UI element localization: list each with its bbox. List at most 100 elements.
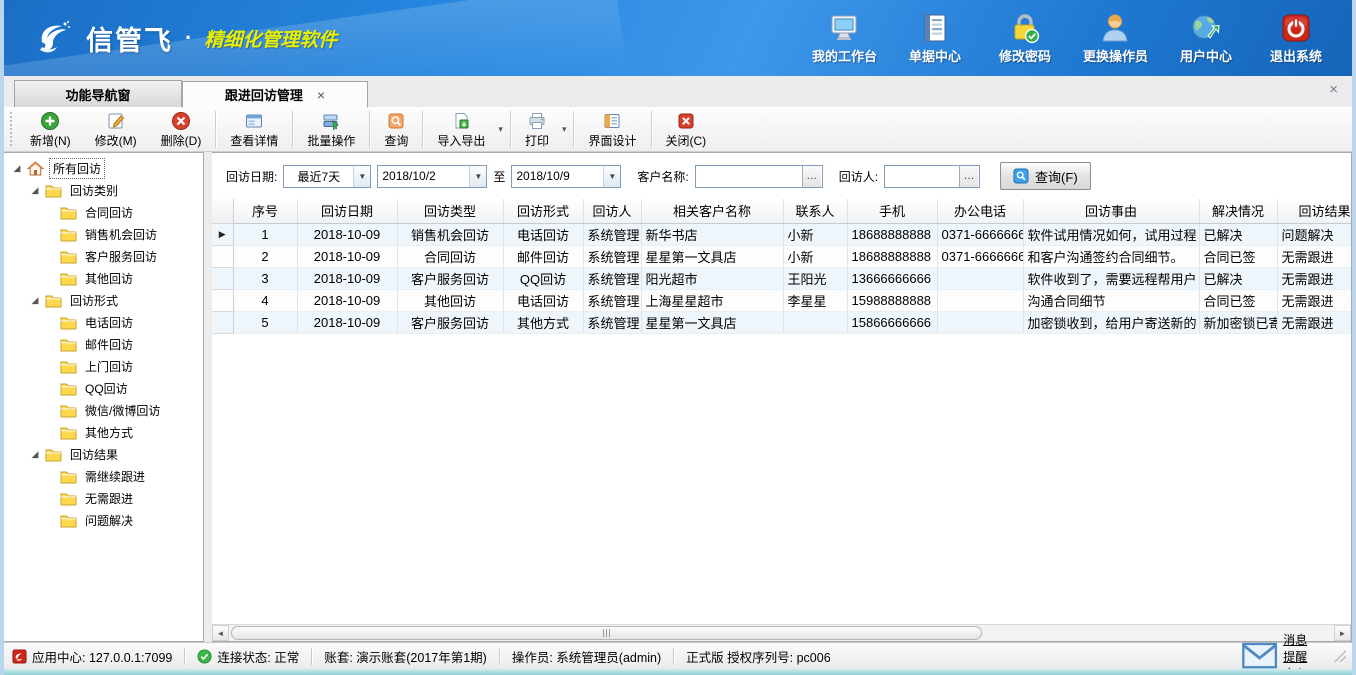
resize-grip[interactable]: [1334, 650, 1346, 662]
import-export-button[interactable]: 导入导出: [425, 108, 497, 151]
toolbar-separator: [369, 111, 370, 148]
tree-item-need-followup[interactable]: 需继续跟进: [4, 465, 203, 487]
tree-group-visit-category[interactable]: ◢ 回访类别: [4, 179, 203, 201]
tree-item-all-visits[interactable]: ◢ 所有回访: [4, 157, 203, 179]
col-customer[interactable]: 相关客户名称: [641, 199, 783, 223]
visitor-input[interactable]: [885, 166, 959, 187]
current-row-indicator[interactable]: ▶: [212, 223, 233, 245]
tree-item-sales-opportunity-visit[interactable]: 销售机会回访: [4, 223, 203, 245]
tree-item-problem-solved[interactable]: 问题解决: [4, 509, 203, 531]
tree-group-visit-result[interactable]: ◢ 回访结果: [4, 443, 203, 465]
import-export-dropdown[interactable]: ▾: [497, 108, 508, 151]
toolbar-separator: [422, 111, 423, 148]
delete-icon: [171, 111, 191, 131]
batch-icon: [321, 111, 341, 131]
tree-item-email-visit[interactable]: 邮件回访: [4, 333, 203, 355]
close-button[interactable]: 关闭(C): [654, 108, 719, 151]
folder-icon: [60, 403, 77, 418]
my-workbench-button[interactable]: 我的工作台: [812, 12, 877, 65]
col-contact[interactable]: 联系人: [783, 199, 847, 223]
query-button[interactable]: 查询(F): [1000, 162, 1091, 190]
customer-name-label: 客户名称:: [637, 168, 688, 185]
tabgroup-close-icon[interactable]: ×: [1329, 82, 1338, 97]
tree-item-other-form[interactable]: 其他方式: [4, 421, 203, 443]
tree-group-visit-form[interactable]: ◢ 回访形式: [4, 289, 203, 311]
toolbar-grip[interactable]: [8, 112, 16, 147]
toolbar-separator: [651, 111, 652, 148]
app-logo-icon: [12, 649, 27, 664]
table-row[interactable]: ▶ 1 2018-10-09 销售机会回访 电话回访 系统管理 新华书店 小新 …: [212, 223, 1351, 245]
tab-close-icon[interactable]: ×: [317, 88, 325, 102]
switch-operator-button[interactable]: 更换操作员: [1083, 12, 1148, 65]
col-visit-form[interactable]: 回访形式: [503, 199, 583, 223]
delete-button[interactable]: 删除(D): [149, 108, 214, 151]
table-row[interactable]: 3 2018-10-09 客户服务回访 QQ回访 系统管理 阳光超市 王阳光 1…: [212, 267, 1351, 289]
customer-name-input[interactable]: [696, 166, 802, 187]
tab-bar: 功能导航窗 跟进回访管理 × ×: [4, 76, 1352, 108]
table-row[interactable]: 5 2018-10-09 客户服务回访 其他方式 系统管理 星星第一文具店 15…: [212, 311, 1351, 333]
folder-icon: [60, 381, 77, 396]
table-row[interactable]: 4 2018-10-09 其他回访 电话回访 系统管理 上海星星超市 李星星 1…: [212, 289, 1351, 311]
ellipsis-button[interactable]: …: [959, 166, 978, 187]
panel-splitter[interactable]: [204, 152, 212, 642]
table-row[interactable]: 2 2018-10-09 合同回访 邮件回访 系统管理 星星第一文具店 小新 1…: [212, 245, 1351, 267]
expander-icon[interactable]: ◢: [12, 163, 22, 174]
print-dropdown[interactable]: ▾: [561, 108, 572, 151]
exit-system-button[interactable]: 退出系统: [1264, 12, 1328, 65]
scroll-left-button[interactable]: ◄: [212, 625, 229, 641]
tree-item-phone-visit[interactable]: 电话回访: [4, 311, 203, 333]
tree-item-no-followup[interactable]: 无需跟进: [4, 487, 203, 509]
date-preset-select[interactable]: 最近7天 ▼: [283, 165, 371, 188]
col-visitor[interactable]: 回访人: [583, 199, 641, 223]
tree-item-door-visit[interactable]: 上门回访: [4, 355, 203, 377]
app-header: 信管飞 · 精细化管理软件 我的工作台: [4, 0, 1352, 76]
edit-button[interactable]: 修改(M): [83, 108, 149, 151]
date-to-picker[interactable]: 2018/10/9 ▼: [511, 165, 621, 188]
col-office-phone[interactable]: 办公电话: [937, 199, 1023, 223]
folder-icon: [60, 513, 77, 528]
scrollbar-track[interactable]: [229, 625, 1334, 641]
change-password-button[interactable]: 修改密码: [993, 12, 1057, 65]
tab-followup-visit[interactable]: 跟进回访管理 ×: [182, 81, 368, 108]
monitor-icon: [828, 12, 860, 44]
expander-icon[interactable]: ◢: [30, 295, 40, 306]
tab-nav-window[interactable]: 功能导航窗: [14, 80, 182, 107]
view-details-button[interactable]: 查看详情: [218, 108, 290, 151]
chevron-down-icon[interactable]: ▼: [353, 166, 370, 187]
tree-item-qq-visit[interactable]: QQ回访: [4, 377, 203, 399]
batch-operation-button[interactable]: 批量操作: [295, 108, 367, 151]
tree-item-other-visit[interactable]: 其他回访: [4, 267, 203, 289]
add-button[interactable]: 新增(N): [18, 108, 83, 151]
col-reason[interactable]: 回访事由: [1023, 199, 1199, 223]
horizontal-scrollbar[interactable]: ◄ ►: [212, 624, 1351, 641]
scroll-right-button[interactable]: ►: [1334, 625, 1351, 641]
add-icon: [40, 111, 60, 131]
chevron-down-icon[interactable]: ▼: [469, 166, 486, 187]
col-seq[interactable]: 序号: [233, 199, 297, 223]
tree-item-contract-visit[interactable]: 合同回访: [4, 201, 203, 223]
brand-name: 信管飞: [86, 19, 173, 58]
col-mobile[interactable]: 手机: [847, 199, 937, 223]
folder-icon: [60, 359, 77, 374]
table-header-row: 序号 回访日期 回访类型 回访形式 回访人 相关客户名称 联系人 手机 办公电话…: [212, 199, 1351, 223]
toolbar-separator: [573, 111, 574, 148]
expander-icon[interactable]: ◢: [30, 449, 40, 460]
brand-tagline: 精细化管理软件: [204, 25, 337, 52]
col-visit-date[interactable]: 回访日期: [297, 199, 397, 223]
scrollbar-thumb[interactable]: [231, 626, 982, 640]
col-resolution[interactable]: 解决情况: [1199, 199, 1277, 223]
col-visit-type[interactable]: 回访类型: [397, 199, 503, 223]
document-center-button[interactable]: 单据中心: [903, 12, 967, 65]
tree-item-wechat-weibo-visit[interactable]: 微信/微博回访: [4, 399, 203, 421]
query-tool-button[interactable]: 查询: [372, 108, 420, 151]
ui-design-button[interactable]: 界面设计: [576, 108, 648, 151]
expander-icon[interactable]: ◢: [30, 185, 40, 196]
tree-item-customer-service-visit[interactable]: 客户服务回访: [4, 245, 203, 267]
chevron-down-icon[interactable]: ▼: [603, 166, 620, 187]
print-button[interactable]: 打印: [513, 108, 561, 151]
status-bar: 应用中心: 127.0.0.1:7099 连接状态: 正常 账套: 演示账套(2…: [4, 642, 1352, 669]
ellipsis-button[interactable]: …: [802, 166, 821, 187]
date-from-picker[interactable]: 2018/10/2 ▼: [377, 165, 487, 188]
col-result[interactable]: 回访结果: [1277, 199, 1351, 223]
user-center-button[interactable]: 用户中心: [1174, 12, 1238, 65]
